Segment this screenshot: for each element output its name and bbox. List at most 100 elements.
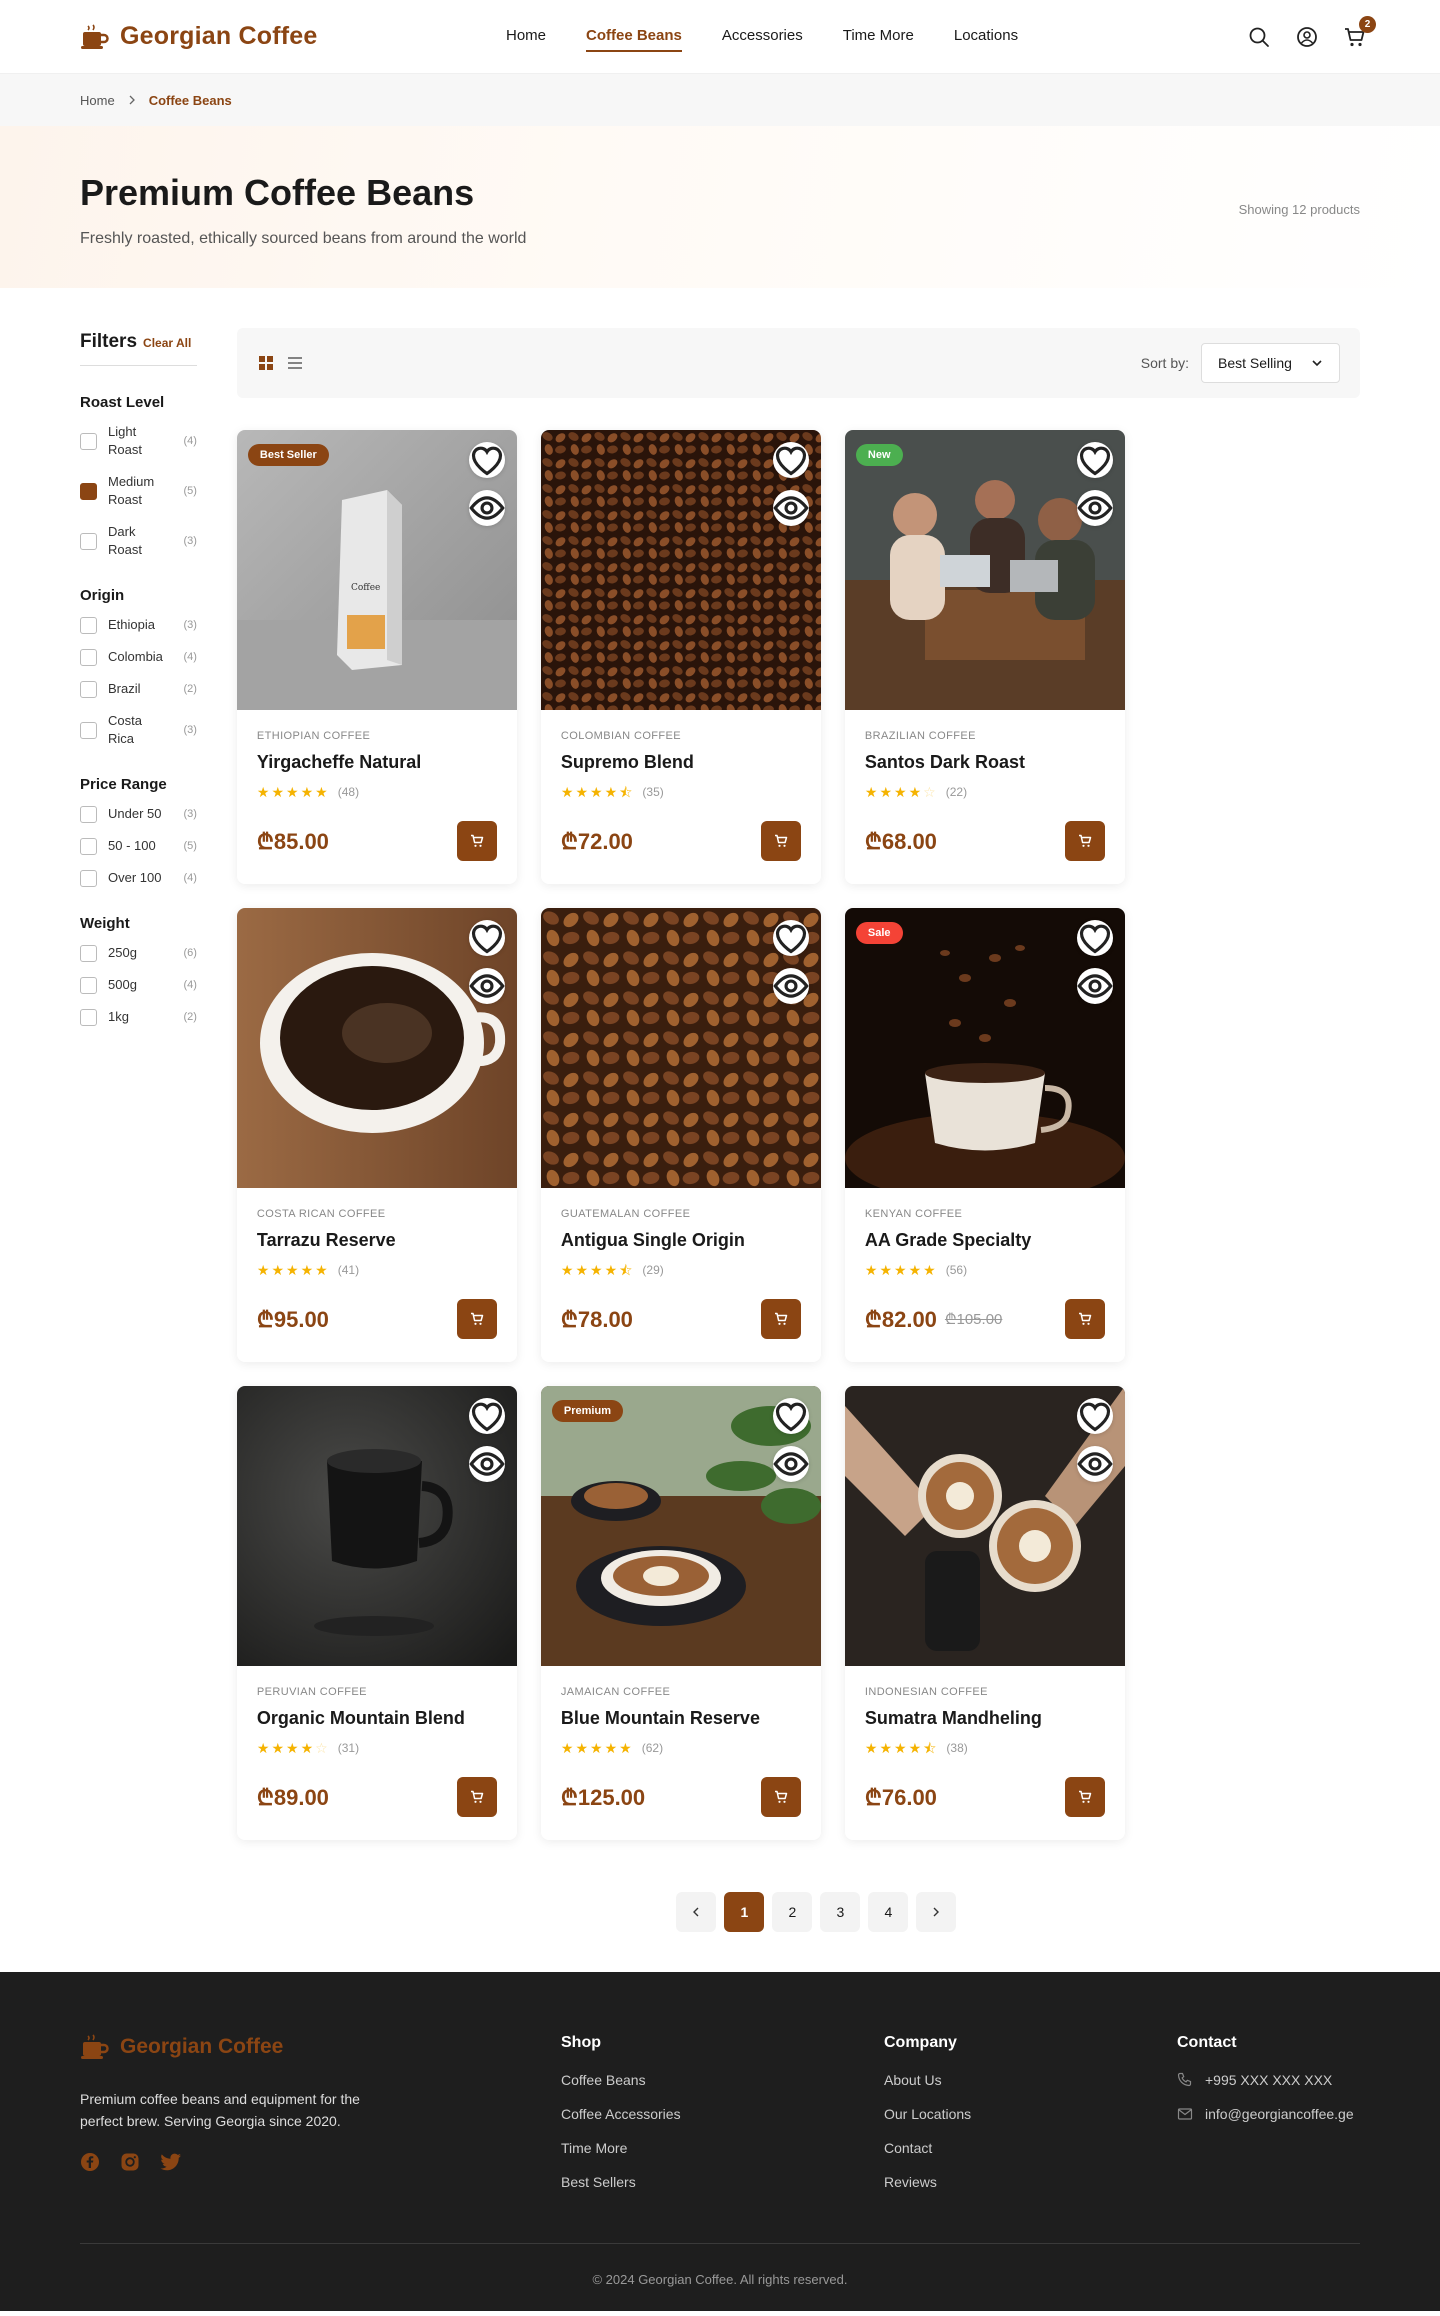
filter-option[interactable]: Brazil (2) xyxy=(80,680,197,698)
product-image[interactable]: New xyxy=(844,430,1125,710)
page-button-2[interactable]: 2 xyxy=(772,1892,813,1932)
filter-option[interactable]: 1kg (2) xyxy=(80,1008,197,1026)
filter-checkbox[interactable] xyxy=(80,432,97,450)
product-image[interactable] xyxy=(844,1386,1125,1666)
search-icon[interactable] xyxy=(1246,24,1272,50)
page-button-3[interactable]: 3 xyxy=(820,1892,861,1932)
add-to-cart-button[interactable] xyxy=(456,1777,497,1817)
filter-option[interactable]: 50 - 100 (5) xyxy=(80,837,197,855)
nav-coffee-beans[interactable]: Coffee Beans xyxy=(586,21,682,52)
quick-view-eye-icon[interactable] xyxy=(468,490,505,526)
breadcrumb-home[interactable]: Home xyxy=(80,93,115,108)
wishlist-heart-icon[interactable] xyxy=(1076,442,1113,478)
filter-checkbox[interactable] xyxy=(80,680,97,698)
product-name[interactable]: Tarrazu Reserve xyxy=(257,1230,497,1251)
footer-link-contact[interactable]: Contact xyxy=(884,2140,971,2156)
wishlist-heart-icon[interactable] xyxy=(468,442,505,478)
footer-link-coffee-accessories[interactable]: Coffee Accessories xyxy=(561,2106,681,2122)
wishlist-heart-icon[interactable] xyxy=(772,1398,809,1434)
product-name[interactable]: AA Grade Specialty xyxy=(865,1230,1105,1251)
product-card[interactable]: Peruvian Coffee Organic Mountain Blend ★ ★ ★… xyxy=(236,1386,517,1840)
quick-view-eye-icon[interactable] xyxy=(1076,490,1113,526)
add-to-cart-button[interactable] xyxy=(760,821,801,861)
filter-option[interactable]: Light Roast (4) xyxy=(80,423,197,459)
filter-option[interactable]: Under 50 (3) xyxy=(80,805,197,823)
nav-home[interactable]: Home xyxy=(506,21,546,52)
product-card[interactable]: Colombian Coffee Supremo Blend ★ ★ ★ ★ ⯪ (35) ₾7… xyxy=(540,430,821,884)
wishlist-heart-icon[interactable] xyxy=(1076,920,1113,956)
footer-email-text[interactable]: info@georgiancoffee.ge xyxy=(1205,2106,1354,2122)
footer-logo[interactable]: Georgian Coffee xyxy=(80,2034,370,2060)
filter-option[interactable]: Over 100 (4) xyxy=(80,869,197,887)
product-card[interactable]: Sale Kenyan Coffee AA Grade Specialty ★ ★ ★ ★ ★… xyxy=(844,908,1125,1362)
filter-option[interactable]: 250g (6) xyxy=(80,944,197,962)
wishlist-heart-icon[interactable] xyxy=(1076,1398,1113,1434)
sort-select[interactable]: Best Selling xyxy=(1201,343,1340,383)
nav-locations[interactable]: Locations xyxy=(954,21,1018,52)
add-to-cart-button[interactable] xyxy=(760,1777,801,1817)
add-to-cart-button[interactable] xyxy=(456,1299,497,1339)
footer-link-our-locations[interactable]: Our Locations xyxy=(884,2106,971,2122)
filter-option[interactable]: Colombia (4) xyxy=(80,648,197,666)
product-card[interactable]: Coffee Best Seller Ethiopian Coffee Yirgach… xyxy=(236,430,517,884)
quick-view-eye-icon[interactable] xyxy=(468,968,505,1004)
instagram-icon[interactable] xyxy=(120,2152,140,2172)
filter-checkbox[interactable] xyxy=(80,482,97,500)
product-name[interactable]: Yirgacheffe Natural xyxy=(257,752,497,773)
product-image[interactable]: Premium xyxy=(540,1386,821,1666)
filter-option[interactable]: Dark Roast (3) xyxy=(80,523,197,559)
product-image[interactable]: Coffee Best Seller xyxy=(236,430,517,710)
page-button-4[interactable]: 4 xyxy=(868,1892,909,1932)
add-to-cart-button[interactable] xyxy=(1064,1777,1105,1817)
filter-option[interactable]: Medium Roast (5) xyxy=(80,473,197,509)
footer-link-time-more[interactable]: Time More xyxy=(561,2140,681,2156)
add-to-cart-button[interactable] xyxy=(456,821,497,861)
product-name[interactable]: Supremo Blend xyxy=(561,752,801,773)
list-view-icon[interactable] xyxy=(287,356,303,370)
product-card[interactable]: Premium Jamaican Coffee Blue Mountain Rese… xyxy=(540,1386,821,1840)
add-to-cart-button[interactable] xyxy=(1064,1299,1105,1339)
product-name[interactable]: Blue Mountain Reserve xyxy=(561,1708,801,1729)
product-image[interactable] xyxy=(540,908,821,1188)
product-card[interactable]: Costa Rican Coffee Tarrazu Reserve ★ ★ ★ ★ ★ (4… xyxy=(236,908,517,1362)
add-to-cart-button[interactable] xyxy=(760,1299,801,1339)
grid-view-icon[interactable] xyxy=(258,356,273,370)
filter-checkbox[interactable] xyxy=(80,805,97,823)
facebook-icon[interactable] xyxy=(80,2152,100,2172)
product-image[interactable] xyxy=(236,1386,517,1666)
filter-option[interactable]: Costa Rica (3) xyxy=(80,712,197,748)
prev-page-button[interactable] xyxy=(676,1892,717,1932)
wishlist-heart-icon[interactable] xyxy=(468,1398,505,1434)
product-card[interactable]: New Brazilian Coffee Santos Dark Roast ★ ★ ★ ★… xyxy=(844,430,1125,884)
filter-checkbox[interactable] xyxy=(80,869,97,887)
product-name[interactable]: Santos Dark Roast xyxy=(865,752,1105,773)
filter-checkbox[interactable] xyxy=(80,616,97,634)
wishlist-heart-icon[interactable] xyxy=(772,920,809,956)
filter-checkbox[interactable] xyxy=(80,648,97,666)
wishlist-heart-icon[interactable] xyxy=(468,920,505,956)
footer-link-coffee-beans[interactable]: Coffee Beans xyxy=(561,2072,681,2088)
filter-option[interactable]: 500g (4) xyxy=(80,976,197,994)
product-image[interactable] xyxy=(236,908,517,1188)
account-icon[interactable] xyxy=(1294,24,1320,50)
product-image[interactable] xyxy=(540,430,821,710)
next-page-button[interactable] xyxy=(916,1892,957,1932)
clear-all-button[interactable]: Clear All xyxy=(143,336,191,350)
product-image[interactable]: Sale xyxy=(844,908,1125,1188)
quick-view-eye-icon[interactable] xyxy=(1076,968,1113,1004)
quick-view-eye-icon[interactable] xyxy=(772,1446,809,1482)
footer-link-best-sellers[interactable]: Best Sellers xyxy=(561,2174,681,2190)
quick-view-eye-icon[interactable] xyxy=(772,968,809,1004)
filter-checkbox[interactable] xyxy=(80,944,97,962)
quick-view-eye-icon[interactable] xyxy=(1076,1446,1113,1482)
cart-icon[interactable]: 2 xyxy=(1342,15,1376,50)
logo[interactable]: Georgian Coffee xyxy=(80,22,317,51)
wishlist-heart-icon[interactable] xyxy=(772,442,809,478)
page-button-1[interactable]: 1 xyxy=(724,1892,765,1932)
product-name[interactable]: Sumatra Mandheling xyxy=(865,1708,1105,1729)
product-name[interactable]: Antigua Single Origin xyxy=(561,1230,801,1251)
filter-checkbox[interactable] xyxy=(80,837,97,855)
quick-view-eye-icon[interactable] xyxy=(468,1446,505,1482)
nav-time-more[interactable]: Time More xyxy=(843,21,914,52)
filter-checkbox[interactable] xyxy=(80,721,97,739)
